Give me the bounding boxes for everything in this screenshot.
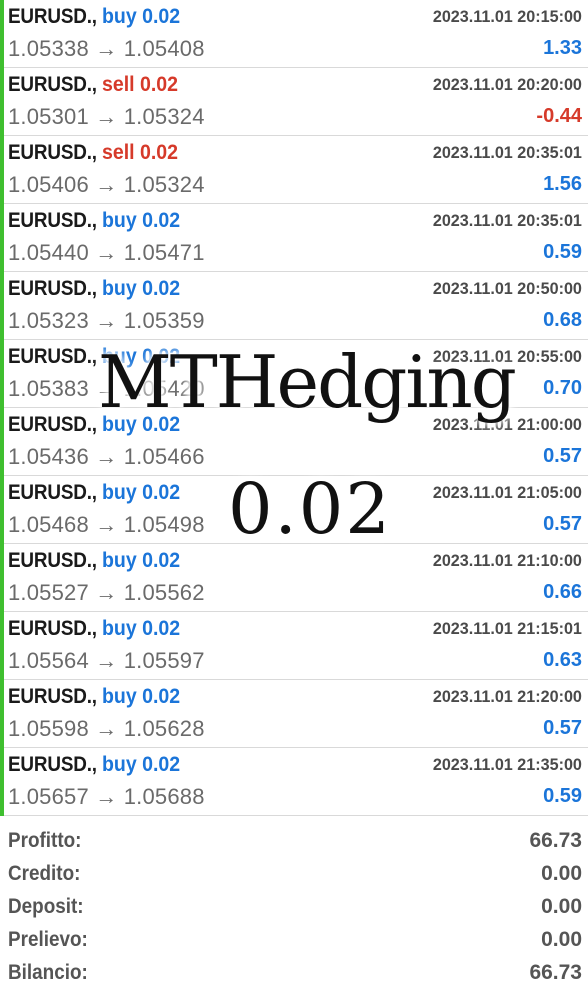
trade-row[interactable]: EURUSD., buy 0.02 2023.11.01 21:05:00 1.054… [0,476,588,544]
summary-label: Deposit: [8,895,84,918]
summary-value: 0.00 [541,928,582,951]
trade-side-volume: buy 0.02 [102,209,181,232]
trade-side-volume: buy 0.02 [102,481,181,504]
trade-symbol: EURUSD., [8,73,97,96]
trade-close-time: 2023.11.01 20:55:00 [432,347,582,366]
trade-profit: 0.70 [543,377,582,399]
summary-row: Bilancio: 66.73 [0,957,588,990]
trade-row[interactable]: EURUSD., sell 0.02 2023.11.01 20:20:00 1.05… [0,68,588,136]
trade-row[interactable]: EURUSD., sell 0.02 2023.11.01 20:35:01 1.05… [0,136,588,204]
summary-label: Prelievo: [8,928,88,951]
trade-open-close-prices: 1.05468 → 1.05498 [8,512,205,537]
trade-side-volume: buy 0.02 [102,413,181,436]
trade-history-list: EURUSD., buy 0.02 2023.11.01 20:15:00 1.053… [0,0,588,816]
trade-profit: 0.57 [543,513,582,535]
trade-profit: 0.57 [543,445,582,467]
summary-value: 0.00 [541,862,582,885]
trade-symbol: EURUSD., [8,5,97,28]
summary-label: Bilancio: [8,961,88,984]
trade-profit: 1.56 [543,173,582,195]
trade-row[interactable]: EURUSD., buy 0.02 2023.11.01 20:55:00 1.053… [0,340,588,408]
trade-close-time: 2023.11.01 21:15:01 [432,619,582,638]
trade-close-time: 2023.11.01 21:20:00 [432,687,582,706]
trade-side-volume: buy 0.02 [102,5,181,28]
trade-symbol: EURUSD., [8,617,97,640]
trade-close-time: 2023.11.01 20:35:01 [432,211,582,230]
summary-label: Profitto: [8,829,82,852]
summary-value: 66.73 [529,961,582,984]
trade-symbol: EURUSD., [8,277,97,300]
trade-profit: 0.68 [543,309,582,331]
trade-open-close-prices: 1.05383 → 1.05420 [8,376,205,401]
trade-close-time: 2023.11.01 20:35:01 [432,143,582,162]
trade-row[interactable]: EURUSD., buy 0.02 2023.11.01 20:15:00 1.053… [0,0,588,68]
trade-side-volume: buy 0.02 [102,753,181,776]
trade-close-time: 2023.11.01 20:20:00 [432,75,582,94]
trade-side-volume: buy 0.02 [102,277,181,300]
trade-open-close-prices: 1.05440 → 1.05471 [8,240,205,265]
trade-open-close-prices: 1.05338 → 1.05408 [8,36,205,61]
trade-symbol: EURUSD., [8,753,97,776]
trade-side-volume: sell 0.02 [102,73,179,96]
trade-close-time: 2023.11.01 21:00:00 [432,415,582,434]
trade-side-volume: buy 0.02 [102,345,181,368]
trade-close-time: 2023.11.01 21:10:00 [432,551,582,570]
trade-open-close-prices: 1.05657 → 1.05688 [8,784,205,809]
trade-profit: 1.33 [543,37,582,59]
trade-profit: 0.57 [543,717,582,739]
trade-side-volume: sell 0.02 [102,141,179,164]
trade-open-close-prices: 1.05406 → 1.05324 [8,172,205,197]
trade-profit: 0.63 [543,649,582,671]
trade-side-volume: buy 0.02 [102,617,181,640]
summary-row: Prelievo: 0.00 [0,924,588,957]
trade-open-close-prices: 1.05564 → 1.05597 [8,648,205,673]
trade-profit: 0.66 [543,581,582,603]
trade-symbol: EURUSD., [8,685,97,708]
trade-row[interactable]: EURUSD., buy 0.02 2023.11.01 21:35:00 1.056… [0,748,588,816]
trade-row[interactable]: EURUSD., buy 0.02 2023.11.01 21:20:00 1.055… [0,680,588,748]
summary-value: 66.73 [529,829,582,852]
trade-side-volume: buy 0.02 [102,549,181,572]
trade-open-close-prices: 1.05301 → 1.05324 [8,104,205,129]
trade-symbol: EURUSD., [8,141,97,164]
summary-label: Credito: [8,862,81,885]
account-summary: Profitto: 66.73 Credito: 0.00 Deposit: 0.00 Pr… [0,825,588,990]
trade-open-close-prices: 1.05527 → 1.05562 [8,580,205,605]
summary-row: Credito: 0.00 [0,858,588,891]
trade-symbol: EURUSD., [8,209,97,232]
trade-close-time: 2023.11.01 20:50:00 [432,279,582,298]
trade-side-volume: buy 0.02 [102,685,181,708]
trade-symbol: EURUSD., [8,413,97,436]
trade-row[interactable]: EURUSD., buy 0.02 2023.11.01 21:15:01 1.055… [0,612,588,680]
summary-row: Profitto: 66.73 [0,825,588,858]
trade-open-close-prices: 1.05436 → 1.05466 [8,444,205,469]
trade-close-time: 2023.11.01 21:35:00 [432,755,582,774]
trade-symbol: EURUSD., [8,549,97,572]
trade-symbol: EURUSD., [8,345,97,368]
trade-row[interactable]: EURUSD., buy 0.02 2023.11.01 20:50:00 1.053… [0,272,588,340]
trade-close-time: 2023.11.01 21:05:00 [432,483,582,502]
trade-close-time: 2023.11.01 20:15:00 [432,7,582,26]
trade-row[interactable]: EURUSD., buy 0.02 2023.11.01 20:35:01 1.054… [0,204,588,272]
summary-value: 0.00 [541,895,582,918]
trade-open-close-prices: 1.05323 → 1.05359 [8,308,205,333]
trade-profit: -0.44 [536,105,582,127]
trade-profit: 0.59 [543,785,582,807]
trade-profit: 0.59 [543,241,582,263]
trade-open-close-prices: 1.05598 → 1.05628 [8,716,205,741]
trade-row[interactable]: EURUSD., buy 0.02 2023.11.01 21:10:00 1.055… [0,544,588,612]
summary-row: Deposit: 0.00 [0,891,588,924]
trade-symbol: EURUSD., [8,481,97,504]
trade-row[interactable]: EURUSD., buy 0.02 2023.11.01 21:00:00 1.054… [0,408,588,476]
